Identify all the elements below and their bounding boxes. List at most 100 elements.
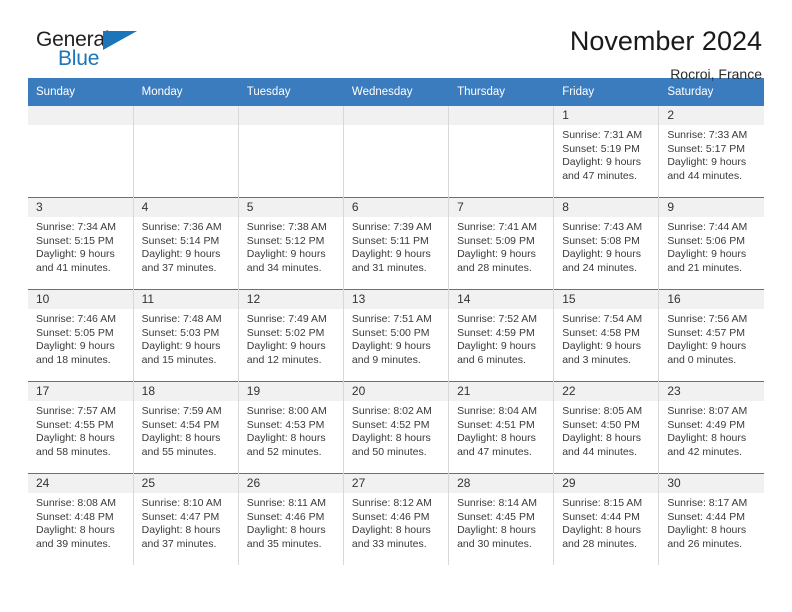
calendar-day-cell[interactable]: 24 Sunrise: 8:08 AM Sunset: 4:48 PM Dayligh… <box>28 473 134 565</box>
day-details: Sunrise: 8:12 AM Sunset: 4:46 PM Daylight:… <box>344 493 448 551</box>
sunrise-time: Sunrise: 8:14 AM <box>457 497 538 509</box>
calendar-day-cell[interactable]: 19 Sunrise: 8:00 AM Sunset: 4:53 PM Dayligh… <box>238 381 344 474</box>
sunset-time: Sunset: 4:46 PM <box>246 510 325 523</box>
daylight-duration-line2: and 28 minutes. <box>457 261 532 274</box>
day-details: Sunrise: 7:34 AM Sunset: 5:15 PM Daylight:… <box>28 217 132 275</box>
general-blue-logo[interactable]: General Blue <box>28 26 158 74</box>
sunset-time: Sunset: 5:14 PM <box>141 234 220 247</box>
day-cell-inner: 6 Sunrise: 7:39 AM Sunset: 5:11 PM Daylight… <box>343 198 448 290</box>
calendar-week-row: 10 Sunrise: 7:46 AM Sunset: 5:05 PM Dayligh… <box>28 289 764 382</box>
sunset-time: Sunset: 4:44 PM <box>667 510 745 523</box>
calendar-day-cell[interactable]: 6 Sunrise: 7:39 AM Sunset: 5:11 PM Daylight… <box>343 197 450 290</box>
sunrise-time: Sunrise: 8:04 AM <box>457 405 538 417</box>
sunrise-time: Sunrise: 7:59 AM <box>141 405 222 417</box>
day-details: Sunrise: 8:15 AM Sunset: 4:44 PM Daylight:… <box>554 493 658 551</box>
day-number: 12 <box>238 290 343 309</box>
daylight-duration-line1: Daylight: 8 hours <box>246 524 326 537</box>
calendar-day-cell[interactable]: 18 Sunrise: 7:59 AM Sunset: 4:54 PM Dayligh… <box>133 381 239 474</box>
page-title: November 2024 <box>569 26 762 56</box>
calendar-day-cell[interactable]: 11 Sunrise: 7:48 AM Sunset: 5:03 PM Dayligh… <box>133 289 239 382</box>
day-details: Sunrise: 8:11 AM Sunset: 4:46 PM Daylight:… <box>239 493 343 551</box>
day-number: 14 <box>449 290 553 309</box>
calendar-day-cell[interactable]: 1 Sunrise: 7:31 AM Sunset: 5:19 PM Daylight… <box>553 106 660 198</box>
calendar-day-cell[interactable]: 4 Sunrise: 7:36 AM Sunset: 5:14 PM Daylight… <box>133 197 239 290</box>
day-number: 16 <box>659 290 764 309</box>
calendar-day-cell[interactable]: 30 Sunrise: 8:17 AM Sunset: 4:44 PM Dayligh… <box>658 473 764 565</box>
day-cell-inner: 23 Sunrise: 8:07 AM Sunset: 4:49 PM Dayligh… <box>659 382 764 474</box>
day-cell-inner: 11 Sunrise: 7:48 AM Sunset: 5:03 PM Dayligh… <box>133 290 238 382</box>
daylight-duration-line2: and 3 minutes. <box>562 353 632 366</box>
calendar-day-cell[interactable]: 27 Sunrise: 8:12 AM Sunset: 4:46 PM Dayligh… <box>343 473 450 565</box>
calendar-day-cell[interactable]: 22 Sunrise: 8:05 AM Sunset: 4:50 PM Dayligh… <box>553 381 660 474</box>
calendar-day-cell-empty <box>448 106 555 198</box>
calendar-day-cell[interactable]: 17 Sunrise: 7:57 AM Sunset: 4:55 PM Dayligh… <box>28 381 134 474</box>
day-cell-inner: 5 Sunrise: 7:38 AM Sunset: 5:12 PM Daylight… <box>238 198 343 290</box>
calendar-day-cell[interactable]: 5 Sunrise: 7:38 AM Sunset: 5:12 PM Daylight… <box>238 197 344 290</box>
daylight-duration-line2: and 39 minutes. <box>36 537 111 550</box>
day-cell-inner: 18 Sunrise: 7:59 AM Sunset: 4:54 PM Dayligh… <box>133 382 238 474</box>
calendar-week-row: 24 Sunrise: 8:08 AM Sunset: 4:48 PM Dayligh… <box>28 473 764 565</box>
sunrise-time: Sunrise: 7:52 AM <box>457 313 538 325</box>
sunrise-time: Sunrise: 8:10 AM <box>141 497 222 509</box>
sunset-time: Sunset: 5:19 PM <box>562 142 640 155</box>
day-number: 3 <box>28 198 133 217</box>
daylight-duration-line2: and 33 minutes. <box>351 537 427 550</box>
calendar-day-cell[interactable]: 10 Sunrise: 7:46 AM Sunset: 5:05 PM Dayligh… <box>28 289 134 382</box>
day-details: Sunrise: 8:08 AM Sunset: 4:48 PM Daylight:… <box>28 493 132 551</box>
calendar-day-cell[interactable]: 15 Sunrise: 7:54 AM Sunset: 4:58 PM Dayligh… <box>553 289 660 382</box>
calendar-day-cell-empty <box>238 106 344 198</box>
daylight-duration-line1: Daylight: 9 hours <box>667 156 747 169</box>
day-cell-inner: 12 Sunrise: 7:49 AM Sunset: 5:02 PM Dayligh… <box>238 290 343 382</box>
calendar-week-row: 17 Sunrise: 7:57 AM Sunset: 4:55 PM Dayligh… <box>28 381 764 474</box>
daylight-duration-line1: Daylight: 8 hours <box>562 524 641 537</box>
sunrise-time: Sunrise: 7:56 AM <box>667 313 748 325</box>
sunrise-time: Sunrise: 7:31 AM <box>562 129 643 141</box>
day-details: Sunrise: 7:31 AM Sunset: 5:19 PM Daylight:… <box>554 125 658 183</box>
calendar-day-cell[interactable]: 26 Sunrise: 8:11 AM Sunset: 4:46 PM Dayligh… <box>238 473 344 565</box>
sunrise-time: Sunrise: 7:41 AM <box>457 221 538 233</box>
day-number <box>133 106 238 125</box>
day-cell-inner: 1 Sunrise: 7:31 AM Sunset: 5:19 PM Daylight… <box>554 106 658 197</box>
day-details: Sunrise: 8:00 AM Sunset: 4:53 PM Daylight:… <box>239 401 343 459</box>
calendar-day-cell[interactable]: 20 Sunrise: 8:02 AM Sunset: 4:52 PM Dayligh… <box>343 381 450 474</box>
calendar-day-cell[interactable]: 9 Sunrise: 7:44 AM Sunset: 5:06 PM Daylight… <box>658 197 764 290</box>
calendar-day-cell[interactable]: 29 Sunrise: 8:15 AM Sunset: 4:44 PM Dayligh… <box>553 473 660 565</box>
sunset-time: Sunset: 4:55 PM <box>36 418 114 431</box>
sunset-time: Sunset: 4:52 PM <box>351 418 430 431</box>
calendar-day-cell[interactable]: 28 Sunrise: 8:14 AM Sunset: 4:45 PM Dayligh… <box>448 473 555 565</box>
day-cell-inner: 24 Sunrise: 8:08 AM Sunset: 4:48 PM Dayligh… <box>28 474 133 565</box>
calendar-day-cell[interactable]: 21 Sunrise: 8:04 AM Sunset: 4:51 PM Dayligh… <box>448 381 555 474</box>
weekday-header-monday: Monday <box>133 78 239 106</box>
daylight-duration-line1: Daylight: 9 hours <box>562 340 641 353</box>
daylight-duration-line1: Daylight: 9 hours <box>141 340 221 353</box>
weekday-header-wednesday: Wednesday <box>343 78 450 106</box>
sunset-time: Sunset: 4:48 PM <box>36 510 114 523</box>
day-details: Sunrise: 8:05 AM Sunset: 4:50 PM Daylight:… <box>554 401 658 459</box>
logo-text-blue: Blue <box>58 47 100 70</box>
calendar-day-cell[interactable]: 3 Sunrise: 7:34 AM Sunset: 5:15 PM Daylight… <box>28 197 134 290</box>
calendar-day-cell[interactable]: 14 Sunrise: 7:52 AM Sunset: 4:59 PM Dayligh… <box>448 289 555 382</box>
calendar-day-cell[interactable]: 7 Sunrise: 7:41 AM Sunset: 5:09 PM Daylight… <box>448 197 555 290</box>
calendar-day-cell[interactable]: 16 Sunrise: 7:56 AM Sunset: 4:57 PM Dayligh… <box>658 289 764 382</box>
calendar-day-cell[interactable]: 13 Sunrise: 7:51 AM Sunset: 5:00 PM Dayligh… <box>343 289 450 382</box>
calendar-day-cell-empty <box>343 106 450 198</box>
sunrise-time: Sunrise: 8:07 AM <box>667 405 748 417</box>
sunrise-time: Sunrise: 7:34 AM <box>36 221 116 233</box>
day-cell-inner <box>133 106 238 197</box>
day-details: Sunrise: 8:07 AM Sunset: 4:49 PM Daylight:… <box>659 401 764 459</box>
calendar-day-cell[interactable]: 8 Sunrise: 7:43 AM Sunset: 5:08 PM Daylight… <box>553 197 660 290</box>
calendar-day-cell[interactable]: 23 Sunrise: 8:07 AM Sunset: 4:49 PM Dayligh… <box>658 381 764 474</box>
sunrise-time: Sunrise: 8:02 AM <box>351 405 432 417</box>
calendar-day-cell[interactable]: 12 Sunrise: 7:49 AM Sunset: 5:02 PM Dayligh… <box>238 289 344 382</box>
day-number: 19 <box>238 382 343 401</box>
sunrise-time: Sunrise: 7:49 AM <box>246 313 327 325</box>
day-details: Sunrise: 7:46 AM Sunset: 5:05 PM Daylight:… <box>28 309 132 367</box>
daylight-duration-line1: Daylight: 9 hours <box>457 340 536 353</box>
calendar-day-cell[interactable]: 2 Sunrise: 7:33 AM Sunset: 5:17 PM Daylight… <box>658 106 764 198</box>
day-number <box>343 106 448 125</box>
day-details: Sunrise: 7:51 AM Sunset: 5:00 PM Daylight:… <box>344 309 448 367</box>
page-header: General Blue November 2024 Rocroi, Franc… <box>28 0 764 82</box>
day-cell-inner: 25 Sunrise: 8:10 AM Sunset: 4:47 PM Dayligh… <box>133 474 238 565</box>
calendar-day-cell[interactable]: 25 Sunrise: 8:10 AM Sunset: 4:47 PM Dayligh… <box>133 473 239 565</box>
sunrise-time: Sunrise: 7:33 AM <box>667 129 748 141</box>
